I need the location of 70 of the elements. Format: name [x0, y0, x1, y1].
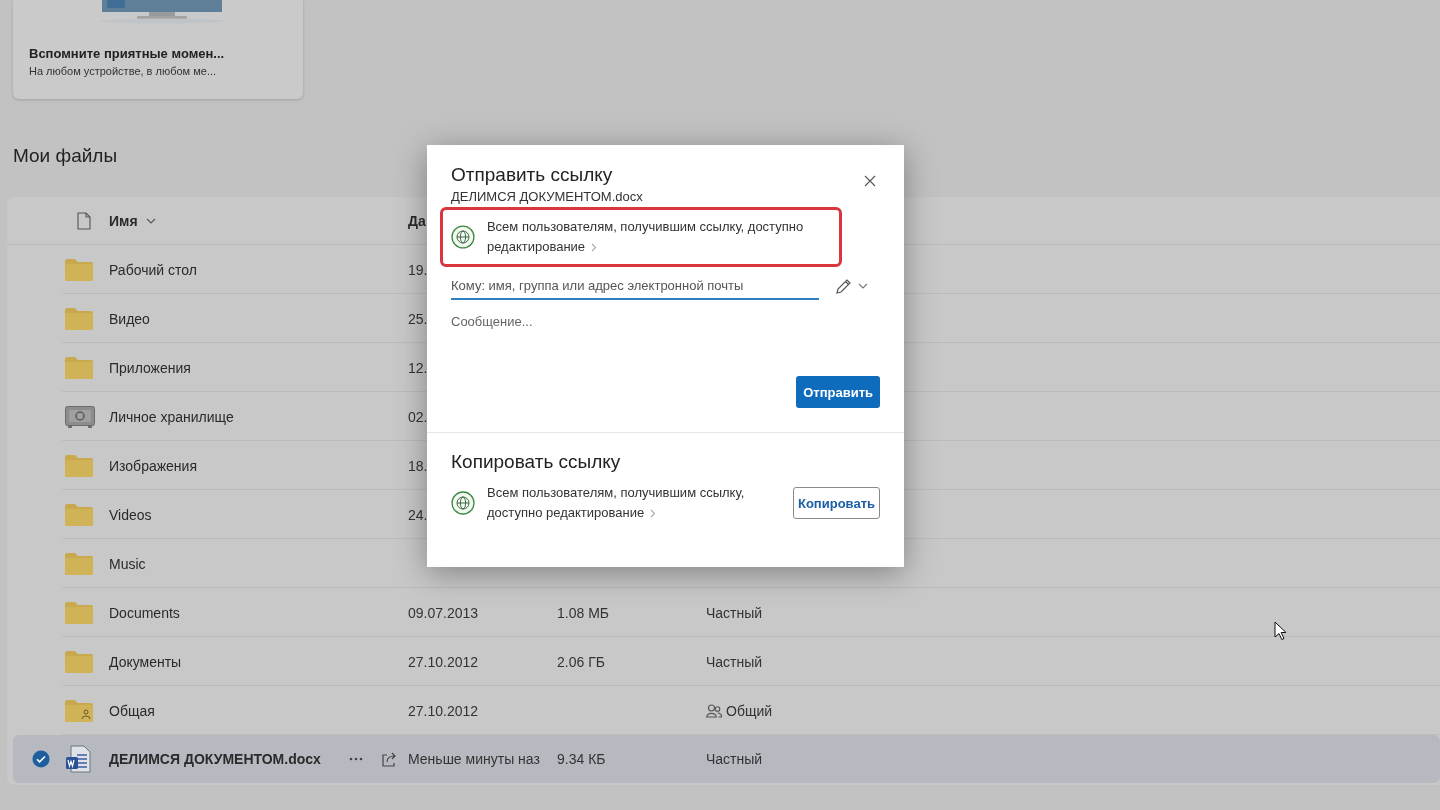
- promo-card[interactable]: Вспомните приятные момен... На любом устройстве, в любом ме...: [13, 0, 303, 99]
- file-type-icon: [77, 211, 91, 230]
- send-button[interactable]: Отправить: [796, 376, 880, 408]
- access-text: Частный: [706, 653, 763, 670]
- chevron-right-icon: [591, 243, 598, 253]
- file-name[interactable]: Изображения: [109, 457, 197, 474]
- date-text: 18.: [408, 457, 428, 474]
- selected-row[interactable]: ДЕЛИМСЯ ДОКУМЕНТОМ.docx Меньше минуты наз 9.34 КБ Частный: [13, 735, 1440, 783]
- close-icon: [864, 175, 876, 187]
- globe-icon: [451, 491, 475, 515]
- date-text: 24.: [408, 506, 428, 523]
- more-options-icon[interactable]: [348, 757, 363, 761]
- date-text: 19.: [408, 261, 428, 278]
- file-name[interactable]: Документы: [109, 653, 182, 670]
- date-text: 27.10.2012: [408, 653, 479, 670]
- section-heading: Копировать ссылку: [451, 451, 622, 473]
- promo-title: Вспомните приятные момен...: [29, 46, 226, 61]
- shared-folder-icon: [65, 699, 93, 722]
- date-text: Меньше минуты наз: [408, 751, 540, 767]
- file-name[interactable]: Videos: [109, 506, 152, 523]
- date-text: 02.: [408, 408, 428, 425]
- promo-subtitle: На любом устройстве, в любом ме...: [29, 65, 218, 77]
- chevron-down-icon: [858, 283, 868, 289]
- access-text: Общий: [726, 702, 773, 719]
- date-text: 09.07.2013: [408, 604, 479, 621]
- date-text: 25.: [408, 310, 428, 327]
- chevron-right-icon: [650, 509, 657, 519]
- mouse-pointer-icon: [1274, 621, 1287, 641]
- folder-icon: [65, 356, 93, 379]
- file-name[interactable]: Приложения: [109, 359, 191, 376]
- file-row[interactable]: Documents 09.07.2013 1.08 МБ Частный: [7, 588, 1440, 637]
- file-name[interactable]: Documents: [109, 604, 180, 621]
- file-name-text: ДЕЛИМСЯ ДОКУМЕНТОМ.docx: [451, 189, 643, 204]
- folder-icon: [65, 503, 93, 526]
- folder-icon: [65, 650, 93, 673]
- access-text: Частный: [706, 751, 763, 767]
- checkmark-circle-icon: [32, 750, 50, 768]
- file-row[interactable]: Общая 27.10.2012 Общий: [7, 686, 1440, 735]
- edit-permission-button[interactable]: [835, 277, 868, 295]
- folder-icon: [65, 258, 93, 281]
- folder-icon: [65, 601, 93, 624]
- pencil-icon: [835, 277, 852, 295]
- file-name[interactable]: Общая: [109, 702, 155, 719]
- file-name[interactable]: Личное хранилище: [109, 408, 234, 425]
- folder-icon: [65, 552, 93, 575]
- file-row[interactable]: Music: [7, 539, 1440, 588]
- file-name[interactable]: Видео: [109, 310, 150, 327]
- dialog-title: Отправить ссылку: [451, 163, 614, 187]
- size-text: 2.06 ГБ: [557, 653, 605, 670]
- size-text: 1.08 МБ: [557, 604, 609, 621]
- share-icon[interactable]: [380, 751, 397, 767]
- column-header[interactable]: Да: [408, 212, 426, 229]
- file-name[interactable]: Music: [109, 555, 146, 572]
- word-document-icon: [65, 745, 93, 773]
- globe-icon: [451, 225, 475, 249]
- file-row[interactable]: Документы 27.10.2012 2.06 ГБ Частный: [7, 637, 1440, 686]
- link-permission[interactable]: Всем пользователям, получившим ссылку, доступно редактирование: [443, 210, 839, 264]
- column-header[interactable]: Имя: [109, 212, 156, 229]
- folder-icon: [65, 307, 93, 330]
- file-name[interactable]: ДЕЛИМСЯ ДОКУМЕНТОМ.docx: [109, 751, 321, 767]
- access-text: Частный: [706, 604, 763, 621]
- copy-button[interactable]: Копировать: [793, 487, 880, 519]
- close-button[interactable]: [864, 175, 876, 187]
- vault-icon: [65, 405, 95, 428]
- folder-icon: [65, 454, 93, 477]
- file-name[interactable]: Рабочий стол: [109, 261, 197, 278]
- size-text: 9.34 КБ: [557, 751, 606, 767]
- section-title: Мои файлы: [13, 145, 119, 168]
- date-text: 27.10.2012: [408, 702, 479, 719]
- date-text: 12.: [408, 359, 428, 376]
